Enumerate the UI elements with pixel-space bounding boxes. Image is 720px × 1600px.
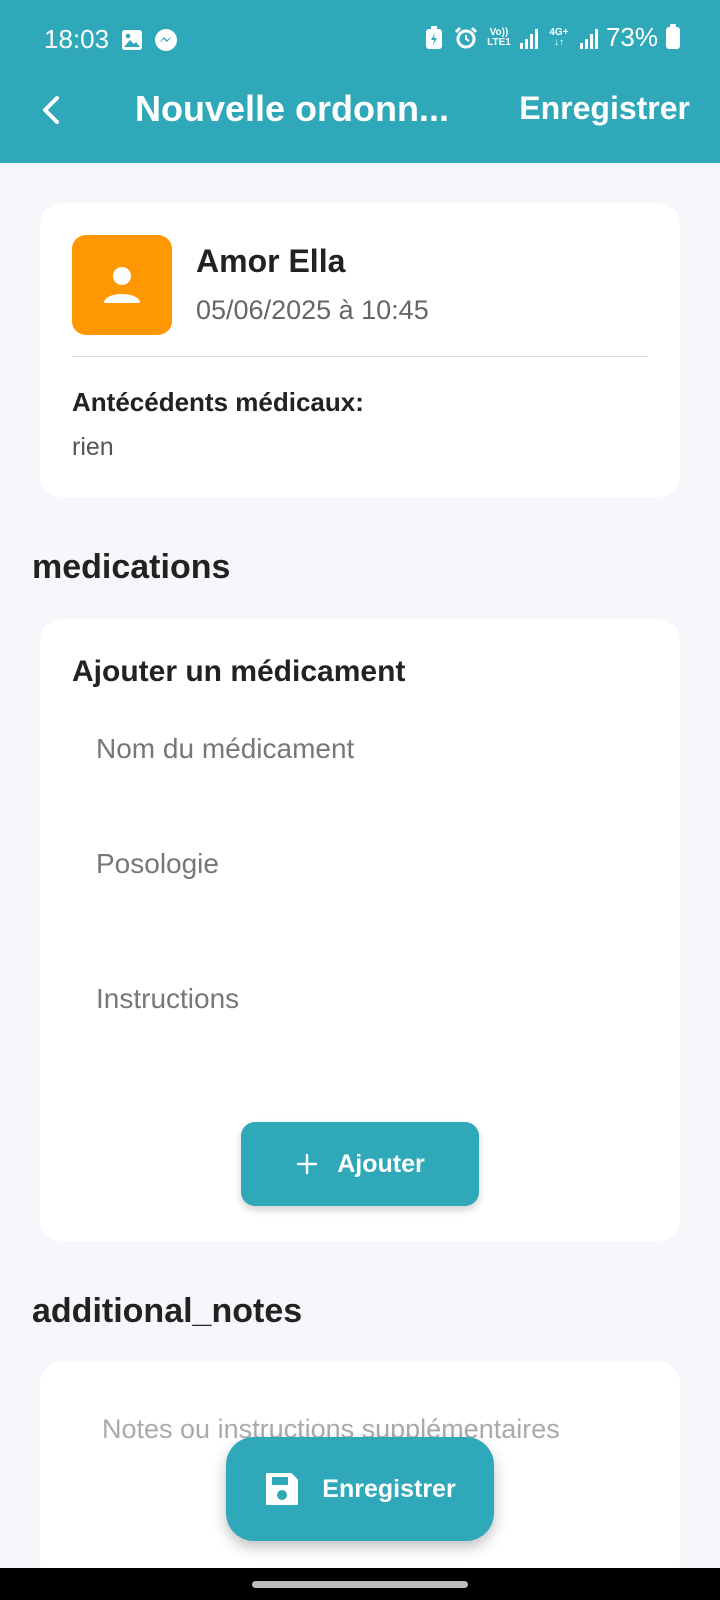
notes-section-title: additional_notes — [32, 1292, 303, 1330]
dosage-input[interactable] — [72, 824, 648, 904]
battery-icon — [666, 23, 680, 49]
plus-icon — [297, 1153, 318, 1175]
prescription-datetime: 05/06/2025 à 10:45 — [196, 295, 429, 325]
add-medication-title: Ajouter un médicament — [72, 655, 406, 688]
home-indicator[interactable] — [252, 1581, 468, 1588]
save-button-header[interactable]: Enregistrer — [519, 90, 690, 127]
avatar — [72, 235, 172, 335]
battery-saver-icon — [422, 25, 446, 50]
person-icon — [104, 267, 140, 303]
add-medication-card: Ajouter un médicament Ajouter — [40, 619, 680, 1241]
messenger-icon — [154, 28, 178, 52]
page-title: Nouvelle ordonn... — [135, 88, 450, 129]
instructions-input[interactable] — [72, 959, 648, 1039]
app-bar: 18:03 Vo)) LTE1 4G+ ↓↑ 73% Nouvelle ordo… — [0, 0, 720, 163]
status-time: 18:03 — [44, 24, 110, 54]
4g-icon: 4G+ ↓↑ — [549, 26, 569, 48]
volte-icon: Vo)) LTE1 — [487, 26, 511, 48]
battery-percent: 73% — [605, 22, 658, 52]
back-button[interactable] — [30, 88, 74, 132]
divider — [72, 356, 648, 357]
add-medication-button[interactable]: Ajouter — [241, 1122, 479, 1206]
signal-icon — [579, 27, 598, 49]
medication-name-input[interactable] — [72, 709, 648, 789]
patient-name: Amor Ella — [196, 243, 346, 279]
chevron-left-icon — [43, 96, 59, 124]
image-icon — [120, 28, 144, 52]
signal-icon — [519, 27, 538, 49]
system-nav-bar — [0, 1568, 720, 1600]
status-bar: 18:03 Vo)) LTE1 4G+ ↓↑ 73% — [0, 0, 720, 80]
medical-history-value: rien — [72, 433, 114, 461]
alarm-icon — [454, 26, 478, 50]
medical-history-label: Antécédents médicaux: — [72, 387, 364, 417]
patient-card: Amor Ella 05/06/2025 à 10:45 Antécédents… — [40, 203, 680, 497]
medications-section-title: medications — [32, 548, 231, 586]
add-medication-label: Ajouter — [337, 1149, 425, 1178]
save-fab-label: Enregistrer — [322, 1474, 456, 1503]
save-icon — [266, 1473, 299, 1505]
save-fab[interactable]: Enregistrer — [226, 1437, 494, 1541]
